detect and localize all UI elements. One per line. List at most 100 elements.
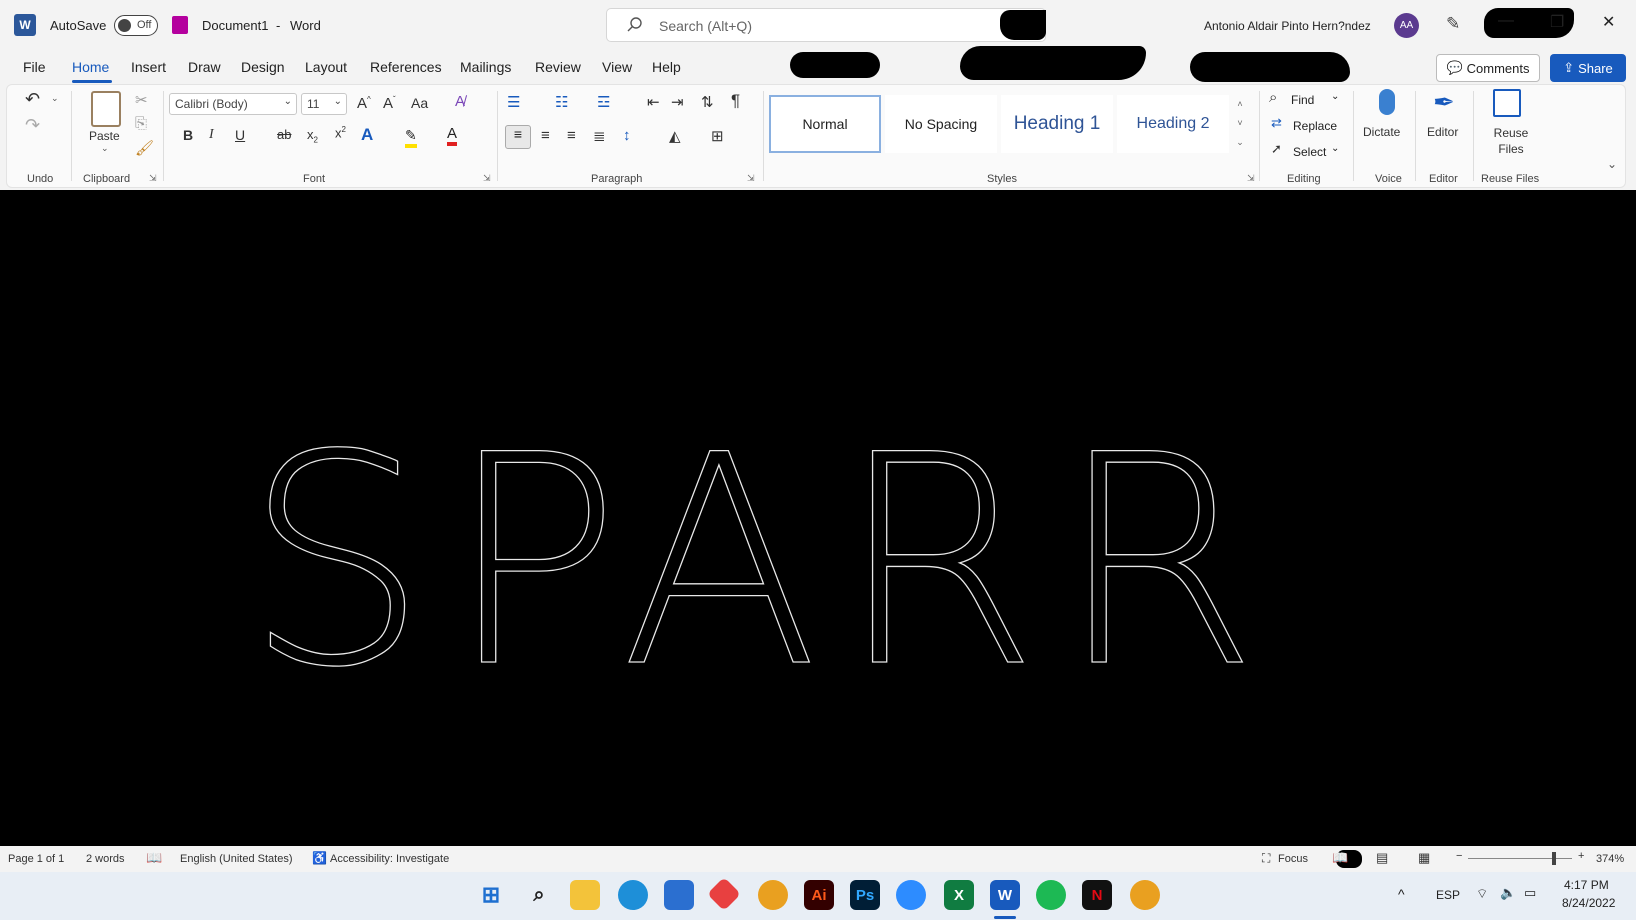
format-painter-icon[interactable]: 🖌	[135, 139, 154, 157]
replace-button[interactable]: Replace	[1293, 119, 1337, 133]
borders-icon[interactable]: ⊞	[711, 127, 724, 145]
style-normal[interactable]: Normal	[769, 95, 881, 153]
edge-icon[interactable]	[618, 880, 648, 910]
styles-launcher-icon[interactable]: ⇲	[1247, 173, 1255, 184]
focus-button[interactable]: Focus	[1278, 853, 1308, 865]
tab-file[interactable]: File	[23, 59, 46, 75]
highlight-icon[interactable]: ✎	[405, 127, 417, 148]
paste-dropdown-icon[interactable]: ⌄	[101, 143, 109, 154]
word-count[interactable]: 2 words	[86, 853, 125, 865]
zoom-out-icon[interactable]: −	[1456, 850, 1462, 862]
strikethrough-button[interactable]: ab	[277, 127, 291, 142]
increase-indent-icon[interactable]: ⇥	[671, 93, 684, 111]
styles-scroll[interactable]: ˄ ˅ ⌄	[1233, 95, 1247, 153]
document-canvas[interactable]: SPARR	[0, 190, 1636, 824]
find-icon[interactable]: ⌕	[1269, 89, 1277, 106]
align-center-icon[interactable]: ≡	[541, 127, 550, 144]
zoom-app-icon[interactable]	[896, 880, 926, 910]
tab-references[interactable]: References	[370, 59, 442, 75]
line-spacing-icon[interactable]: ↕	[623, 127, 631, 144]
comments-button[interactable]: 💬 Comments	[1436, 54, 1540, 82]
subscript-icon[interactable]: x2	[307, 127, 318, 145]
cut-icon[interactable]: ✂	[135, 91, 148, 109]
chrome-profile-icon[interactable]	[1130, 880, 1160, 910]
illustrator-icon[interactable]: Ai	[804, 880, 834, 910]
show-marks-icon[interactable]: ¶	[731, 91, 740, 111]
clock-time[interactable]: 4:17 PM	[1564, 878, 1609, 892]
align-right-icon[interactable]: ≡	[567, 127, 576, 144]
save-icon[interactable]	[172, 16, 188, 34]
redo-icon[interactable]: ↷	[25, 115, 40, 136]
grow-font-icon[interactable]: A^	[357, 95, 371, 112]
dictate-button[interactable]: Dictate	[1363, 125, 1400, 139]
clock-date[interactable]: 8/24/2022	[1562, 896, 1615, 910]
page-count[interactable]: Page 1 of 1	[8, 853, 64, 865]
change-case-icon[interactable]: Aa	[411, 95, 428, 111]
style-heading-1[interactable]: Heading 1	[1001, 95, 1113, 153]
replace-icon[interactable]: ⇄	[1271, 115, 1282, 131]
input-language[interactable]: ESP	[1436, 888, 1460, 902]
clipboard-launcher-icon[interactable]: ⇲	[149, 173, 157, 184]
netflix-icon[interactable]: N	[1082, 880, 1112, 910]
tray-chevron-icon[interactable]: ^	[1398, 886, 1405, 902]
app-icon[interactable]	[707, 877, 741, 911]
word-taskbar-icon[interactable]: W	[990, 880, 1020, 910]
search-box[interactable]: Search (Alt+Q)	[606, 8, 1046, 42]
sort-icon[interactable]: ⇅	[701, 93, 714, 111]
photoshop-icon[interactable]: Ps	[850, 880, 880, 910]
chrome-icon[interactable]	[758, 880, 788, 910]
italic-button[interactable]: I	[209, 127, 214, 143]
microphone-icon[interactable]	[1379, 89, 1395, 115]
justify-icon[interactable]: ≣	[593, 127, 606, 145]
paste-label[interactable]: Paste	[89, 129, 120, 143]
spotify-icon[interactable]	[1036, 880, 1066, 910]
tab-insert[interactable]: Insert	[131, 59, 166, 75]
copy-icon[interactable]: ⎘	[135, 115, 147, 132]
file-explorer-icon[interactable]	[570, 880, 600, 910]
restore-icon[interactable]: ❐	[1550, 12, 1564, 32]
zoom-level[interactable]: 374%	[1596, 853, 1624, 865]
font-size-dropdown[interactable]: 11 ⌄	[301, 93, 347, 115]
proofing-icon[interactable]: 📖	[146, 850, 162, 866]
zoom-in-icon[interactable]: +	[1578, 850, 1584, 862]
tab-draw[interactable]: Draw	[188, 59, 221, 75]
search-taskbar-icon[interactable]: ⌕	[524, 880, 554, 910]
zoom-slider-track[interactable]	[1468, 858, 1572, 859]
font-name-dropdown[interactable]: Calibri (Body) ⌄	[169, 93, 297, 115]
shading-icon[interactable]: ◭	[669, 127, 681, 145]
font-color-icon[interactable]: A	[447, 125, 458, 146]
reuse-files-button[interactable]: Reuse Files	[1483, 125, 1539, 157]
style-no-spacing[interactable]: No Spacing	[885, 95, 997, 153]
shrink-font-icon[interactable]: Aˇ	[383, 95, 396, 112]
language-status[interactable]: English (United States)	[180, 853, 293, 865]
paragraph-launcher-icon[interactable]: ⇲	[747, 173, 755, 184]
decrease-indent-icon[interactable]: ⇤	[647, 93, 660, 111]
bullets-icon[interactable]: ☰	[507, 93, 520, 111]
store-icon[interactable]	[664, 880, 694, 910]
accessibility-icon[interactable]: ♿	[312, 851, 327, 865]
tab-layout[interactable]: Layout	[305, 59, 347, 75]
paste-icon[interactable]	[91, 91, 121, 127]
reuse-files-icon[interactable]	[1493, 89, 1521, 117]
zoom-slider-thumb[interactable]	[1552, 852, 1556, 865]
style-heading-2[interactable]: Heading 2	[1117, 95, 1229, 153]
underline-button[interactable]: U	[235, 127, 245, 143]
editor-icon[interactable]: ✒	[1433, 87, 1455, 118]
excel-icon[interactable]: X	[944, 880, 974, 910]
select-dropdown-icon[interactable]: ⌄	[1331, 143, 1339, 154]
autosave-toggle[interactable]: Off	[114, 15, 158, 36]
select-button[interactable]: Select	[1293, 145, 1326, 159]
wifi-icon[interactable]: ⌔	[1476, 886, 1488, 902]
find-button[interactable]: Find	[1291, 93, 1314, 107]
undo-dropdown-icon[interactable]: ⌄	[51, 93, 59, 104]
tab-help[interactable]: Help	[652, 59, 681, 75]
close-icon[interactable]: ✕	[1602, 12, 1615, 32]
accessibility-status[interactable]: Accessibility: Investigate	[330, 853, 449, 865]
font-launcher-icon[interactable]: ⇲	[483, 173, 491, 184]
tab-design[interactable]: Design	[241, 59, 285, 75]
pen-icon[interactable]: ✎	[1446, 14, 1460, 34]
tab-view[interactable]: View	[602, 59, 632, 75]
focus-icon[interactable]: ⛶	[1262, 851, 1270, 866]
undo-icon[interactable]: ↶	[25, 89, 40, 110]
numbering-icon[interactable]: ☷	[555, 93, 568, 111]
